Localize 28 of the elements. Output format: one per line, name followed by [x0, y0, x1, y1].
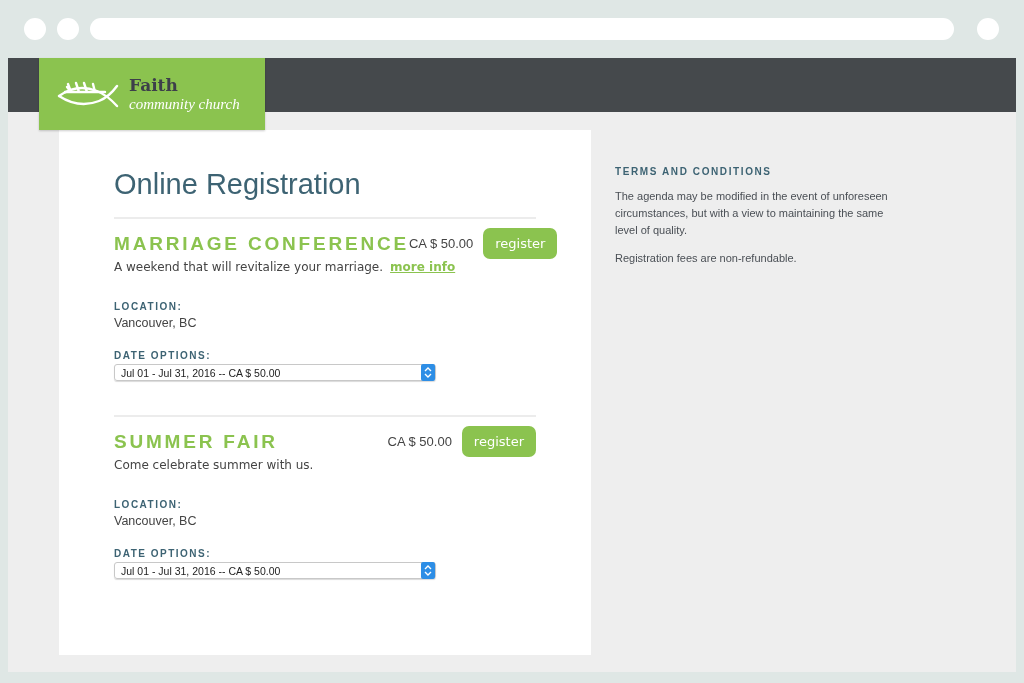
event-title: SUMMER FAIR — [114, 430, 279, 453]
event-description: Come celebrate summer with us. — [114, 458, 314, 472]
terms-heading: TERMS AND CONDITIONS — [615, 166, 773, 177]
address-bar[interactable] — [90, 18, 954, 40]
window-control-dot[interactable] — [24, 18, 46, 40]
event-price: CA $ 50.00 — [408, 236, 474, 251]
date-select[interactable]: Jul 01 - Jul 31, 2016 -- CA $ 50.00 — [114, 562, 436, 579]
location-label: LOCATION: — [114, 301, 184, 312]
logo-banner[interactable]: Faith community church — [39, 58, 265, 130]
window-control-dot[interactable] — [57, 18, 79, 40]
event-price: CA $ 50.00 — [387, 434, 452, 449]
date-select[interactable]: Jul 01 - Jul 31, 2016 -- CA $ 50.00 — [114, 364, 436, 381]
location-value: Vancouver, BC — [114, 514, 198, 528]
dropdown-stepper-icon — [421, 364, 435, 381]
window-control-dot[interactable] — [977, 18, 999, 40]
fish-branch-logo-icon — [57, 79, 121, 109]
terms-paragraph: The agenda may be modified in the event of unforeseen circumstances, but with a view to maintaining the same level of quality. — [615, 189, 889, 238]
event-description: A weekend that will revitalize your marriage. — [114, 260, 384, 274]
location-value: Vancouver, BC — [114, 316, 198, 330]
page-title: Online Registration — [114, 168, 362, 201]
logo-name: Faith — [129, 76, 179, 94]
location-label: LOCATION: — [114, 499, 184, 510]
dropdown-stepper-icon — [421, 562, 435, 579]
date-options-label: DATE OPTIONS: — [114, 548, 213, 559]
event-title: MARRIAGE CONFERENCE — [114, 232, 409, 255]
logo-tagline: community church — [129, 96, 240, 112]
date-options-label: DATE OPTIONS: — [114, 350, 213, 361]
terms-paragraph: Registration fees are non-refundable. — [615, 251, 798, 266]
